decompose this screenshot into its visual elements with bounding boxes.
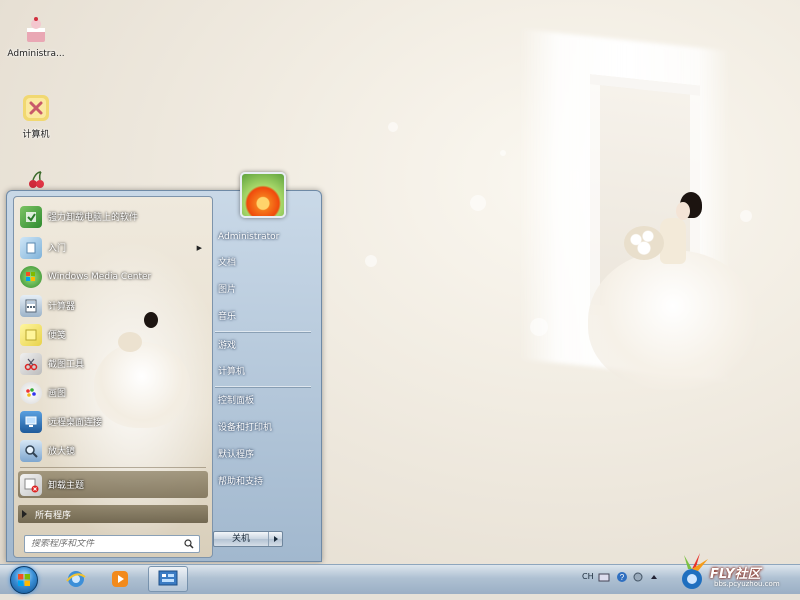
program-item-label: 放大镜 xyxy=(48,447,76,457)
help-icon[interactable]: ? xyxy=(616,571,628,583)
windows-logo-icon xyxy=(18,574,30,586)
right-item-help-support[interactable]: 帮助和支持 xyxy=(218,472,318,492)
fly-logo-icon xyxy=(682,553,708,589)
right-item-documents[interactable]: 文档 xyxy=(218,253,318,273)
right-item-pictures[interactable]: 图片 xyxy=(218,280,318,300)
theme-app-icon xyxy=(158,570,178,586)
bokeh-light xyxy=(365,255,377,267)
fly-community-watermark: FLY社区 bbs.pcyuzhou.com xyxy=(670,545,792,597)
program-item-label: 强力卸载电脑上的软件 xyxy=(48,213,139,223)
program-item-label: 截图工具 xyxy=(48,360,85,370)
all-programs-button[interactable]: 所有程序 xyxy=(18,505,208,523)
uninstall-icon xyxy=(20,205,42,228)
calculator-icon xyxy=(20,294,42,317)
program-item-sticky-notes[interactable]: 便笺 xyxy=(18,321,208,348)
program-item-uninstall-theme[interactable]: 卸载主题 xyxy=(18,471,208,498)
search-input[interactable] xyxy=(31,539,181,549)
program-item-label: 计算器 xyxy=(48,302,76,312)
programs-separator xyxy=(20,467,206,468)
desktop-icon-computer[interactable]: 计算机 xyxy=(4,92,68,140)
user-cake-icon xyxy=(27,17,45,42)
program-item-label: 便笺 xyxy=(48,331,67,341)
taskbar-media-player[interactable] xyxy=(100,566,140,592)
cherry-icon xyxy=(29,171,44,188)
start-search-box[interactable] xyxy=(24,535,200,553)
uninstall-theme-icon xyxy=(20,473,42,496)
taskbar-internet-explorer[interactable] xyxy=(56,566,96,592)
program-item-getting-started[interactable]: 入门 ▶ xyxy=(18,234,208,261)
program-item-snipping-tool[interactable]: 截图工具 xyxy=(18,350,208,377)
program-item-label: 入门 xyxy=(48,244,67,254)
desktop-icon-label: Administra... xyxy=(7,49,65,59)
sticky-notes-icon xyxy=(20,323,42,346)
shutdown-button-group: 关机 xyxy=(213,531,283,547)
submenu-arrow-icon: ▶ xyxy=(196,243,202,252)
bokeh-light xyxy=(388,122,398,132)
bokeh-light xyxy=(500,150,506,156)
triangle-right-icon xyxy=(22,510,27,518)
right-item-games[interactable]: 游戏 xyxy=(218,336,318,356)
internet-explorer-icon xyxy=(66,571,86,587)
right-item-computer[interactable]: 计算机 xyxy=(218,362,318,382)
watermark-url: bbs.pcyuzhou.com xyxy=(714,580,780,588)
right-pane-separator xyxy=(215,386,311,387)
magnifier-icon xyxy=(20,439,42,462)
search-icon[interactable] xyxy=(184,539,194,549)
media-center-icon xyxy=(20,265,42,288)
right-item-music[interactable]: 音乐 xyxy=(218,307,318,327)
arrow-right-icon xyxy=(273,536,278,542)
right-item-control-panel[interactable]: 控制面板 xyxy=(218,391,318,411)
program-item-media-center[interactable]: Windows Media Center xyxy=(18,263,208,290)
start-menu: 强力卸载电脑上的软件 入门 ▶ Windows Media Center 计算器 xyxy=(6,190,322,562)
program-item-uninstaller[interactable]: 强力卸载电脑上的软件 xyxy=(18,203,208,230)
all-programs-label: 所有程序 xyxy=(35,510,72,521)
shutdown-options-button[interactable] xyxy=(268,532,282,546)
bokeh-light xyxy=(530,318,548,336)
program-item-label: 卸载主题 xyxy=(48,481,85,491)
program-item-magnifier[interactable]: 放大镜 xyxy=(18,437,208,464)
show-hidden-icons-icon[interactable] xyxy=(648,571,660,583)
wallpaper-bride-figure xyxy=(568,190,778,400)
program-item-label: 远程桌面连接 xyxy=(48,418,103,428)
program-item-label: 画图 xyxy=(48,389,67,399)
media-player-icon xyxy=(112,571,128,587)
right-item-default-programs[interactable]: 默认程序 xyxy=(218,445,318,465)
paint-icon xyxy=(20,381,42,404)
program-item-remote-desktop[interactable]: 远程桌面连接 xyxy=(18,408,208,435)
right-pane-separator xyxy=(215,331,311,332)
snipping-tool-icon xyxy=(20,352,42,375)
remote-desktop-icon xyxy=(20,410,42,433)
desktop-icon-label: 计算机 xyxy=(22,130,50,140)
getting-started-icon xyxy=(20,236,42,259)
language-indicator[interactable]: CH xyxy=(582,572,594,581)
taskbar-theme-app[interactable] xyxy=(148,566,188,592)
svg-text:?: ? xyxy=(620,573,625,582)
user-account-picture[interactable] xyxy=(240,172,286,218)
right-item-user[interactable]: Administrator xyxy=(218,227,318,247)
right-item-devices-printers[interactable]: 设备和打印机 xyxy=(218,418,318,438)
start-button[interactable] xyxy=(10,566,38,594)
shutdown-button[interactable]: 关机 xyxy=(214,532,268,546)
options-icon[interactable] xyxy=(632,571,644,583)
program-item-label: Windows Media Center xyxy=(48,271,152,282)
start-menu-programs-pane: 强力卸载电脑上的软件 入门 ▶ Windows Media Center 计算器 xyxy=(13,196,213,558)
computer-icon xyxy=(23,95,49,121)
program-item-calculator[interactable]: 计算器 xyxy=(18,292,208,319)
desktop-icon-administrator[interactable]: Administra... xyxy=(4,14,68,59)
bokeh-light xyxy=(470,195,486,211)
program-item-paint[interactable]: 画图 xyxy=(18,379,208,406)
keyboard-icon[interactable] xyxy=(598,571,610,583)
